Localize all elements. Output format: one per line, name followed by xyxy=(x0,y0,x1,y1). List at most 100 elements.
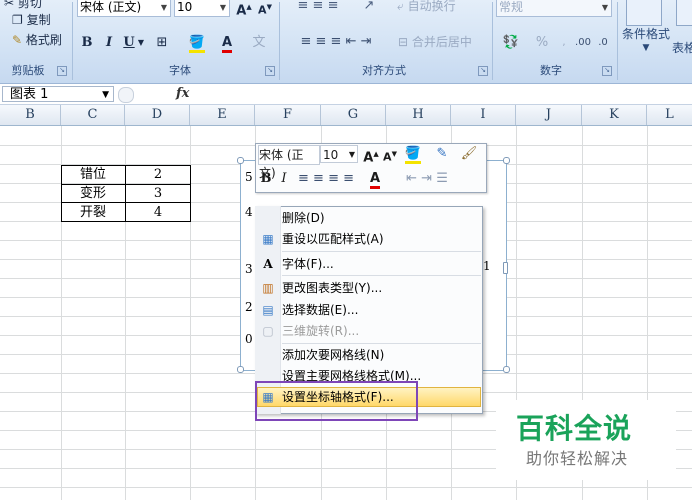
percent-button[interactable]: % xyxy=(530,33,554,53)
table-cell-value[interactable]: 3 xyxy=(126,185,190,202)
font-launcher-icon[interactable]: ↘ xyxy=(265,66,275,76)
resize-handle[interactable] xyxy=(237,366,244,373)
mini-font-combo[interactable]: 宋体 (正文) xyxy=(258,145,320,180)
table-cell-label[interactable]: 开裂 xyxy=(61,204,125,221)
format-painter-button[interactable]: ✎ 格式刷 xyxy=(12,31,62,49)
ribbon: ✂ 剪切 ❐ 复制 ✎ 格式刷 剪贴板 ↘ 宋体 (正文) ▼ 10 ▼ A▲ A▼… xyxy=(0,0,692,84)
menu-item-change-chart-type[interactable]: 更改图表类型(Y)... xyxy=(282,278,382,298)
axis-tick-label: 1 xyxy=(483,259,491,273)
chart-type-icon: ▥ xyxy=(262,281,274,295)
menu-item-3d-rotation: 三维旋转(R)... xyxy=(282,324,360,338)
column-header-b[interactable]: B xyxy=(0,105,61,125)
alignment-launcher-icon[interactable]: ↘ xyxy=(478,66,488,76)
ribbon-divider xyxy=(492,2,493,80)
mini-fill-color-icon[interactable]: 🪣 xyxy=(402,145,424,164)
clipboard-launcher-icon[interactable]: ↘ xyxy=(57,66,67,76)
resize-handle[interactable] xyxy=(237,157,244,164)
currency-icon[interactable]: 💱 xyxy=(496,33,526,53)
column-header-g[interactable]: G xyxy=(321,105,386,125)
mini-size-combo[interactable]: 10 ▼ xyxy=(320,145,358,163)
wrap-text-button[interactable]: ⤶ 自动换行 xyxy=(397,0,473,16)
menu-separator xyxy=(282,343,481,344)
comma-icon[interactable]: , xyxy=(556,33,572,53)
menu-separator xyxy=(282,275,481,276)
brush-icon: ✎ xyxy=(12,33,23,47)
font-name-combo[interactable]: 宋体 (正文) ▼ xyxy=(77,0,171,17)
chevron-down-icon: ▼ xyxy=(219,3,226,12)
column-header-i[interactable]: I xyxy=(451,105,516,125)
column-header-l[interactable]: L xyxy=(647,105,692,125)
mini-indent-icons[interactable]: ⇤ ⇥ ☰ xyxy=(392,170,462,188)
wrap-icon: ⤶ xyxy=(397,0,404,13)
increase-decimal-icon[interactable]: .00 xyxy=(574,33,592,53)
resize-handle[interactable] xyxy=(503,157,510,164)
table-cell-label[interactable]: 错位 xyxy=(61,166,125,183)
alignment-group-label: 对齐方式 xyxy=(362,64,406,77)
table-cell-value[interactable]: 4 xyxy=(126,204,190,221)
ribbon-divider xyxy=(72,2,73,80)
menu-item-select-data[interactable]: 选择数据(E)... xyxy=(282,300,358,320)
column-header-d[interactable]: D xyxy=(125,105,190,125)
resize-handle[interactable] xyxy=(503,262,508,274)
column-header-c[interactable]: C xyxy=(61,105,125,125)
shrink-font-button[interactable]: A▼ xyxy=(256,0,274,17)
chevron-down-icon: ▼ xyxy=(348,150,355,159)
phonetic-icon[interactable]: 文 xyxy=(245,33,273,53)
conditional-format-icon[interactable] xyxy=(626,0,662,26)
menu-item-add-minor-gridlines[interactable]: 添加次要网格线(N) xyxy=(282,345,384,365)
vertical-align-icons[interactable]: ≡ ≡ ≡ xyxy=(284,0,352,16)
column-header-e[interactable]: E xyxy=(190,105,255,125)
mini-shape-outline-icon[interactable]: ✎ xyxy=(430,145,454,163)
select-data-icon: ▤ xyxy=(262,303,274,317)
menu-item-reset-style[interactable]: 重设以匹配样式(A) xyxy=(282,229,384,249)
column-header-h[interactable]: H xyxy=(386,105,451,125)
highlight-annotation-box xyxy=(255,381,418,421)
bold-button[interactable]: B xyxy=(80,33,94,53)
horizontal-align-icons[interactable]: ≡ ≡ ≡ ⇤ ⇥ xyxy=(284,32,388,52)
column-header-f[interactable]: F xyxy=(255,105,321,125)
table-cell-value[interactable]: 2 xyxy=(126,166,190,183)
underline-button[interactable]: U xyxy=(122,33,136,53)
chevron-down-icon: ▼ xyxy=(601,3,608,12)
scissors-icon: ✂ xyxy=(4,0,15,10)
mini-bold-button[interactable]: B xyxy=(259,170,273,188)
copy-button[interactable]: ❐ 复制 xyxy=(12,11,51,29)
resize-handle[interactable] xyxy=(503,366,510,373)
axis-tick-label: 5 xyxy=(245,170,253,184)
border-icon[interactable]: ⊞ xyxy=(150,33,174,53)
chevron-down-icon: ▼ xyxy=(160,3,167,12)
merge-center-button[interactable]: ⊟ 合并后居中 xyxy=(398,32,488,52)
insert-function-button[interactable]: fx xyxy=(176,86,189,101)
number-group-label: 数字 xyxy=(540,64,562,77)
watermark-title: 百科全说 xyxy=(516,412,633,445)
name-box[interactable]: 图表 1 ▼ xyxy=(2,86,114,102)
italic-button[interactable]: I xyxy=(103,33,115,53)
fill-color-icon[interactable]: 🪣 xyxy=(183,33,211,53)
axis-tick-label: 3 xyxy=(245,262,253,276)
table-cell-label[interactable]: 变形 xyxy=(61,185,125,202)
axis-tick-label: 0 xyxy=(245,332,253,346)
menu-item-font[interactable]: 字体(F)... xyxy=(282,254,334,274)
mini-shrink-font-button[interactable]: A▼ xyxy=(382,145,398,164)
copy-icon: ❐ xyxy=(12,13,23,27)
mini-font-color-icon[interactable]: A xyxy=(362,170,388,189)
decrease-decimal-icon[interactable]: .0 xyxy=(594,33,612,53)
reset-style-icon: ▦ xyxy=(262,232,274,246)
menu-item-delete[interactable]: 删除(D) xyxy=(282,208,325,228)
mini-grow-font-button[interactable]: A▲ xyxy=(362,145,380,165)
mini-italic-button[interactable]: I xyxy=(278,170,290,188)
column-header-k[interactable]: K xyxy=(582,105,647,125)
axis-tick-label: 4 xyxy=(245,205,253,219)
orientation-icon[interactable]: ↗ xyxy=(354,0,384,16)
chevron-down-icon[interactable]: ▼ xyxy=(137,33,145,53)
mini-format-painter-icon[interactable]: 🖌 xyxy=(458,145,480,163)
number-launcher-icon[interactable]: ↘ xyxy=(602,66,612,76)
table-format-icon[interactable] xyxy=(676,0,692,26)
table-format-button[interactable]: 表格 xyxy=(672,38,692,58)
font-size-combo[interactable]: 10 ▼ xyxy=(174,0,230,17)
mini-align-icons[interactable]: ≡ ≡ ≡ ≡ xyxy=(294,170,358,188)
grow-font-button[interactable]: A▲ xyxy=(234,0,254,18)
font-color-icon[interactable]: A xyxy=(214,33,240,53)
number-format-combo[interactable]: 常规 ▼ xyxy=(496,0,612,17)
column-header-j[interactable]: J xyxy=(516,105,582,125)
